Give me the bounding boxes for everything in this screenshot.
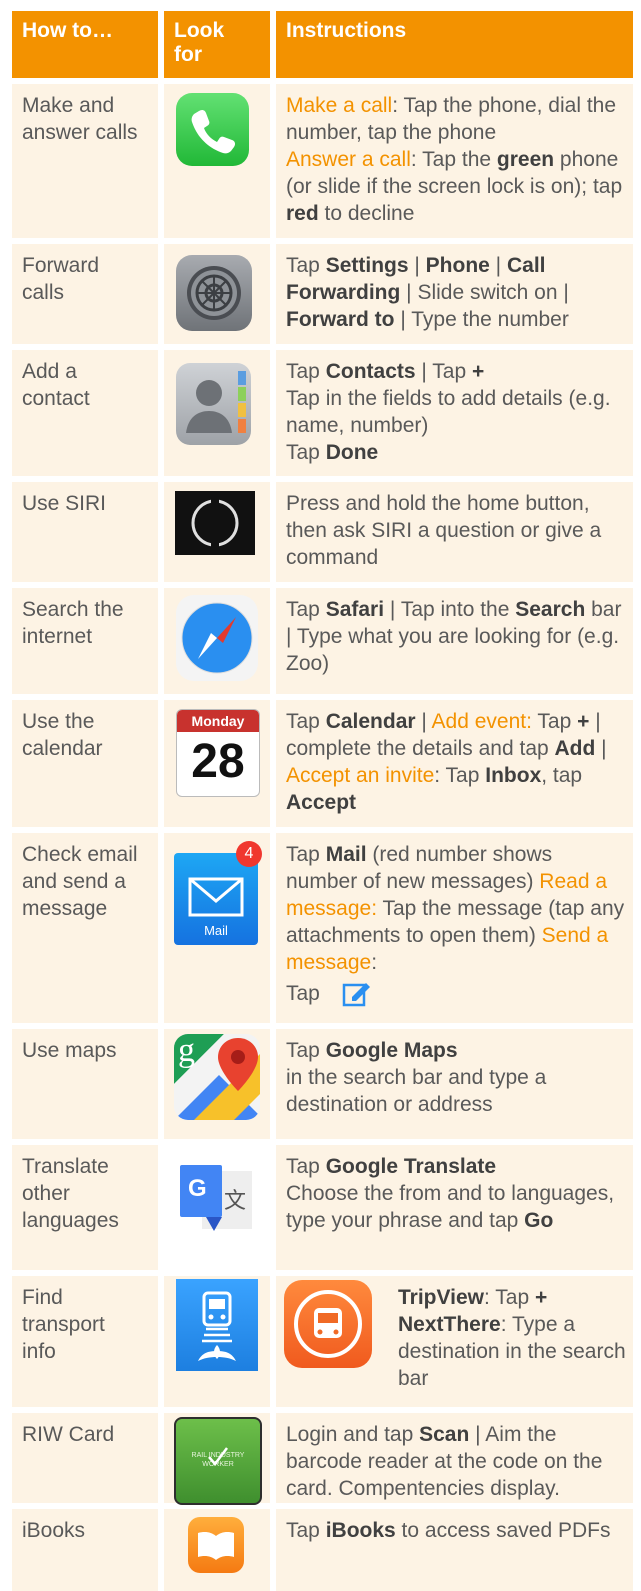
- task-label: Add a contact: [22, 360, 90, 410]
- ibooks-app-icon: [188, 1517, 244, 1573]
- header-how-to: How to…: [12, 11, 158, 78]
- table-row-email: Check email and send a message: [12, 833, 158, 1023]
- safari-app-icon: [176, 595, 258, 681]
- table-row-forward: Forward calls: [12, 244, 158, 344]
- table-row-contact: Add a contact: [12, 350, 158, 476]
- task-label: Translate other languages: [22, 1155, 119, 1232]
- table-row-maps: Use maps: [12, 1029, 158, 1139]
- instructions-text: Tap Mail (red number shows number of new…: [286, 843, 625, 1005]
- instructions-text: Tap iBooks to access saved PDFs: [286, 1519, 611, 1542]
- table-row-internet: Search the internet: [12, 588, 158, 694]
- instructions-text: TripView: Tap + NextThere: Type a destina…: [398, 1286, 626, 1390]
- phone-app-icon: [176, 93, 249, 166]
- google-translate-icon: G 文: [176, 1153, 258, 1243]
- tripview-app-icon: [176, 1279, 258, 1371]
- table-row-ibooks: iBooks: [12, 1509, 158, 1591]
- task-label: Use the calendar: [22, 710, 103, 760]
- header-instructions: Instructions: [276, 11, 633, 78]
- mail-app-icon: Mail 4: [174, 841, 270, 949]
- instructions-text: Press and hold the home button, then ask…: [286, 492, 602, 569]
- instructions-text: Tap Contacts | Tap + Tap in the fields to…: [286, 360, 611, 464]
- task-label: Make and answer calls: [22, 94, 138, 144]
- task-label: Use maps: [22, 1039, 117, 1062]
- contacts-app-icon: [176, 363, 251, 445]
- task-label: Forward calls: [22, 254, 100, 304]
- compose-icon: [342, 983, 370, 1007]
- unread-badge: 4: [236, 841, 262, 867]
- header-look-for: Look for: [164, 11, 270, 78]
- table-row-siri: Use SIRI: [12, 482, 158, 582]
- table-row-translate: Translate other languages: [12, 1145, 158, 1270]
- instructions-text: Tap Settings | Phone | Call Forwarding |…: [286, 254, 569, 331]
- task-label: Check email and send a message: [22, 843, 138, 920]
- instructions-text: Login and tap Scan | Aim the barcode rea…: [286, 1423, 603, 1500]
- instructions-text: Tap Safari | Tap into the Search bar | T…: [286, 598, 622, 675]
- instructions-text: Tap Google Maps in the search bar and typ…: [286, 1039, 547, 1116]
- table-row-transport: Find transport info: [12, 1276, 158, 1407]
- task-label: RIW Card: [22, 1423, 115, 1446]
- siri-icon: [175, 491, 255, 555]
- table-row-riw: RIW Card: [12, 1413, 158, 1503]
- task-label: Use SIRI: [22, 492, 107, 515]
- task-label: iBooks: [22, 1519, 86, 1542]
- instructions-text: Make a call: Tap the phone, dial the num…: [286, 94, 623, 225]
- settings-app-icon: [176, 255, 252, 331]
- riw-card-icon: RAIL INDUSTRY WORKER: [174, 1417, 262, 1505]
- google-maps-icon: g: [174, 1034, 260, 1120]
- task-label: Search the internet: [22, 598, 124, 648]
- calendar-app-icon: Monday 28: [176, 709, 260, 797]
- table-row-calls: Make and answer calls: [12, 84, 158, 238]
- table-row-calendar: Use the calendar: [12, 700, 158, 827]
- nextthere-app-icon: [284, 1280, 372, 1368]
- instructions-text: Tap Google Translate Choose the from and …: [286, 1155, 615, 1232]
- task-label: Find transport info: [22, 1286, 105, 1363]
- instructions-text: Tap Calendar | Add event: Tap + | comple…: [286, 710, 607, 814]
